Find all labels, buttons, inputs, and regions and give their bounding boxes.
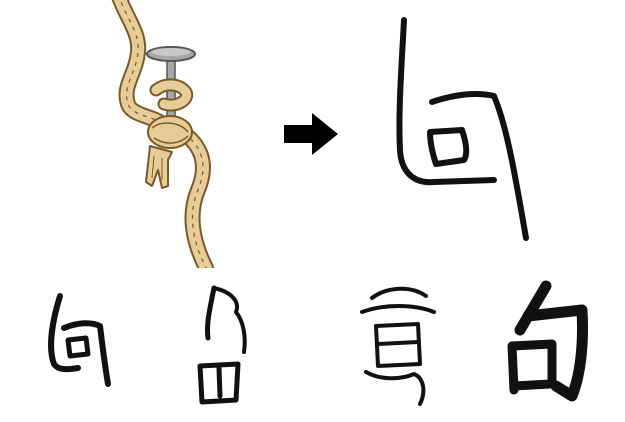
evolution-row	[0, 268, 625, 422]
origin-row	[0, 0, 625, 268]
glyph-oracle-bone	[48, 293, 111, 387]
pictograph-glyph	[396, 17, 529, 241]
glyph-seal	[360, 286, 436, 406]
script-evolution	[48, 280, 588, 406]
right-arrow-icon	[284, 113, 338, 155]
glyph-regular	[507, 280, 588, 402]
origin-diagram	[111, 0, 529, 268]
rope-and-nail-illustration	[111, 0, 214, 268]
rope-knot	[145, 115, 193, 189]
glyph-bronze	[197, 285, 247, 405]
